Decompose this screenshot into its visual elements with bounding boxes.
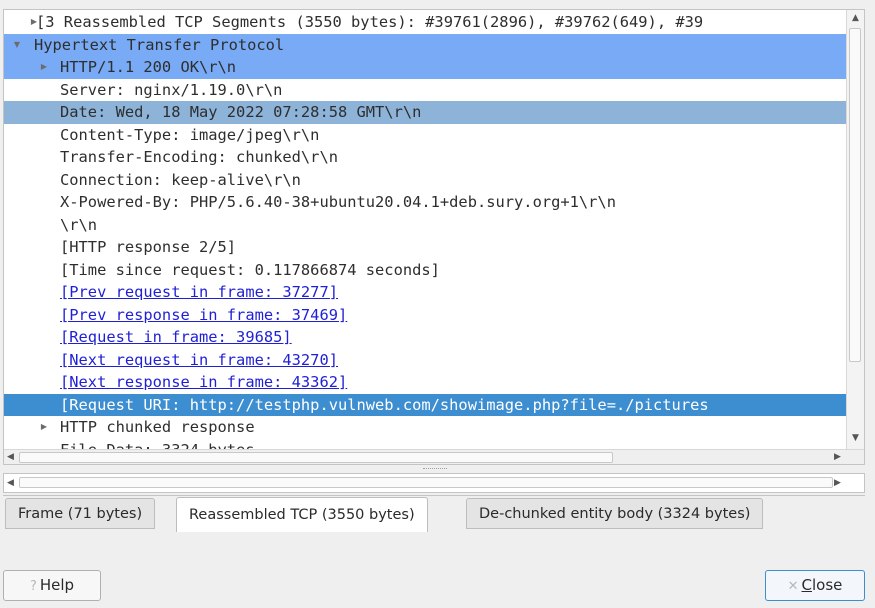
- tree-row[interactable]: File Data: 3324 bytes: [4, 439, 847, 450]
- vertical-scroll-thumb[interactable]: [849, 28, 861, 362]
- tab-reassembled-tcp[interactable]: Reassembled TCP (3550 bytes): [176, 497, 428, 532]
- scroll-up-arrow-icon[interactable]: ▲: [847, 10, 864, 26]
- tree-row-label: [HTTP response 2/5]: [60, 238, 237, 256]
- tree-row[interactable]: [Prev response in frame: 37469]: [4, 304, 847, 327]
- tree-row[interactable]: ▶ HTTP chunked response: [4, 416, 847, 439]
- vertical-scrollbar[interactable]: ▲ ▼: [846, 10, 864, 449]
- tree-row[interactable]: ▼ Hypertext Transfer Protocol: [4, 33, 847, 57]
- tree-row-link[interactable]: [Prev response in frame: 37469]: [60, 304, 347, 327]
- tree-horizontal-scroll-thumb[interactable]: [19, 452, 613, 463]
- pane-splitter[interactable]: [3, 465, 865, 473]
- tree-row-label: Connection: keep-alive\r\n: [60, 170, 301, 189]
- tree-row[interactable]: [Request URI: http://testphp.vulnweb.com…: [4, 393, 847, 417]
- splitter-grip-icon: [423, 468, 447, 470]
- close-icon: ✕: [787, 579, 799, 594]
- tree-row[interactable]: [Next request in frame: 43270]: [4, 349, 847, 372]
- bytes-tab-bar: Frame (71 bytes) Reassembled TCP (3550 b…: [3, 495, 865, 532]
- tree-row-link[interactable]: [Prev request in frame: 37277]: [60, 281, 338, 304]
- chevron-right-icon[interactable]: ▶: [37, 416, 51, 439]
- tree-row-label: Server: nginx/1.19.0\r\n: [60, 80, 283, 99]
- scroll-left-arrow-icon[interactable]: ◀: [7, 450, 14, 464]
- tree-row-link[interactable]: [Request URI: http://testphp.vulnweb.com…: [60, 394, 709, 417]
- question-icon: ?: [29, 579, 37, 594]
- tab-dechunked-entity-body[interactable]: De-chunked entity body (3324 bytes): [466, 498, 764, 529]
- tree-row-label: [3 Reassembled TCP Segments (3550 bytes)…: [36, 13, 704, 31]
- tree-row[interactable]: [HTTP response 2/5]: [4, 236, 847, 259]
- tree-row-label: HTTP/1.1 200 OK\r\n: [60, 58, 237, 76]
- tree-row[interactable]: Date: Wed, 18 May 2022 07:28:58 GMT\r\n: [4, 101, 847, 124]
- close-button-label: Close: [801, 576, 843, 594]
- tree-row-label: X-Powered-By: PHP/5.6.40-38+ubuntu20.04.…: [60, 193, 616, 211]
- tree-row-link[interactable]: [Next response in frame: 43362]: [60, 371, 347, 394]
- tree-row[interactable]: [Prev request in frame: 37277]: [4, 281, 847, 304]
- tree-row-label: Hypertext Transfer Protocol: [34, 35, 285, 54]
- scroll-right-arrow-icon[interactable]: ▶: [834, 450, 841, 464]
- tree-row[interactable]: Server: nginx/1.19.0\r\n: [4, 79, 847, 102]
- scroll-right-arrow-icon[interactable]: ▶: [834, 476, 841, 490]
- tree-row[interactable]: X-Powered-By: PHP/5.6.40-38+ubuntu20.04.…: [4, 191, 847, 214]
- close-mnemonic: C: [801, 576, 812, 594]
- tree-row[interactable]: \r\n: [4, 214, 847, 237]
- tree-row-label: Date: Wed, 18 May 2022 07:28:58 GMT\r\n: [60, 103, 422, 121]
- tree-row[interactable]: Connection: keep-alive\r\n: [4, 169, 847, 192]
- tree-row-label: \r\n: [60, 215, 98, 234]
- tree-row[interactable]: [Request in frame: 39685]: [4, 326, 847, 349]
- tree-row[interactable]: ▶ HTTP/1.1 200 OK\r\n: [4, 56, 847, 79]
- tree-row[interactable]: ▶ [3 Reassembled TCP Segments (3550 bytes…: [4, 11, 847, 34]
- tree-row-label: HTTP chunked response: [60, 418, 255, 436]
- tree-row[interactable]: [Time since request: 0.117866874 seconds…: [4, 259, 847, 282]
- bytes-horizontal-scroll-thumb[interactable]: [19, 477, 833, 488]
- bytes-pane[interactable]: ◀ ▶: [3, 473, 865, 493]
- scroll-down-arrow-icon[interactable]: ▼: [847, 430, 864, 446]
- chevron-right-icon[interactable]: ▶: [37, 56, 51, 79]
- tree-row[interactable]: Transfer-Encoding: chunked\r\n: [4, 146, 847, 169]
- help-button-label: Help: [39, 576, 75, 594]
- help-button[interactable]: ? Help: [3, 570, 101, 601]
- close-button[interactable]: ✕ Close: [765, 570, 865, 601]
- tree-row-label: [Time since request: 0.117866874 seconds…: [60, 260, 440, 279]
- tree-horizontal-scrollbar[interactable]: ◀ ▶: [4, 449, 864, 464]
- tab-frame[interactable]: Frame (71 bytes): [5, 498, 156, 529]
- tree-row-label: Transfer-Encoding: chunked\r\n: [60, 148, 338, 166]
- packet-details-tree[interactable]: ▶ [3 Reassembled TCP Segments (3550 bytes…: [4, 10, 847, 449]
- tree-row-label: Content-Type: image/jpeg\r\n: [60, 125, 320, 144]
- scroll-left-arrow-icon[interactable]: ◀: [7, 476, 14, 490]
- tree-row-link[interactable]: [Next request in frame: 43270]: [60, 349, 338, 372]
- tree-row-label: File Data: 3324 bytes: [60, 439, 255, 450]
- tree-row[interactable]: Content-Type: image/jpeg\r\n: [4, 124, 847, 147]
- tree-row[interactable]: [Next response in frame: 43362]: [4, 371, 847, 394]
- packet-details-panel[interactable]: ▶ [3 Reassembled TCP Segments (3550 bytes…: [3, 9, 865, 465]
- tree-row-link[interactable]: [Request in frame: 39685]: [60, 326, 292, 349]
- chevron-down-icon[interactable]: ▼: [10, 34, 24, 57]
